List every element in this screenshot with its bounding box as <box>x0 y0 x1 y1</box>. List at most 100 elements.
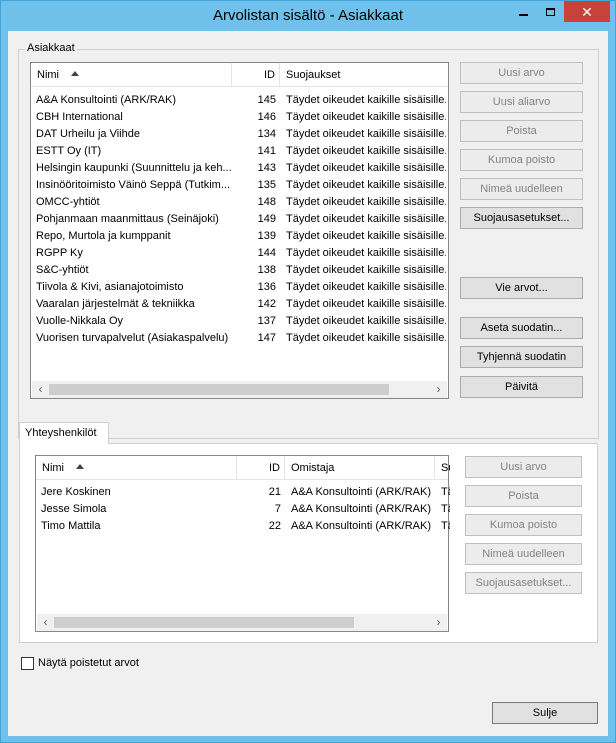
customers-horizontal-scrollbar[interactable]: ‹ › <box>32 381 447 398</box>
contact-column-header-owner-label: Omistaja <box>291 462 335 474</box>
customer-protection-cell: Täydet oikeudet kaikille sisäisille... <box>286 298 446 310</box>
customer-row[interactable]: RGPP Ky 144 Täydet oikeudet kaikille sisäi… <box>31 245 448 262</box>
customer-row[interactable]: Vuorisen turvapalvelut (Asiakaspalvelu) 1… <box>31 330 448 347</box>
customer-name: CBH International <box>36 111 123 123</box>
contact-delete-button[interactable]: Poista <box>465 485 582 507</box>
dialog-window: Arvolistan sisältö - Asiakkaat ✕ Asiakka… <box>0 0 616 743</box>
customer-id-cell: 147 <box>257 332 276 344</box>
customer-id-cell: 148 <box>257 196 276 208</box>
contact-row[interactable]: Jere Koskinen 21 A&A Konsultointi (ARK/RAK… <box>36 484 450 501</box>
customer-name-cell: OMCC-yhtiöt <box>31 194 232 211</box>
contact-id-cell: 21 <box>268 486 281 498</box>
clear-filter-button[interactable]: Tyhjennä suodatin <box>460 346 583 368</box>
contact-column-header-id[interactable]: ID <box>237 456 285 480</box>
column-header-name[interactable]: Nimi <box>31 63 232 87</box>
contacts-horizontal-scrollbar[interactable]: ‹ › <box>37 614 447 631</box>
scroll-left-icon[interactable]: ‹ <box>32 381 49 398</box>
customers-list[interactable]: Nimi ID Suojaukset A&A Konsultointi (ARK… <box>30 62 449 399</box>
close-icon: ✕ <box>581 3 593 20</box>
customer-row[interactable]: Helsingin kaupunki (Suunnittelu ja keh..… <box>31 160 448 177</box>
rename-button[interactable]: Nimeä uudelleen <box>460 178 583 200</box>
contact-new-value-button[interactable]: Uusi arvo <box>465 456 582 478</box>
contact-row[interactable]: Jesse Simola 7 A&A Konsultointi (ARK/RAK) T… <box>36 501 450 518</box>
contact-protection-settings-button[interactable]: Suojausasetukset... <box>465 572 582 594</box>
customer-id-cell: 137 <box>257 315 276 327</box>
show-deleted-checkbox[interactable] <box>21 656 34 670</box>
customer-name-cell: CBH International <box>31 109 232 126</box>
scroll-right-icon[interactable]: › <box>430 381 447 398</box>
contact-id-cell: 7 <box>274 503 281 515</box>
scrollbar-thumb[interactable] <box>54 617 354 628</box>
customer-row[interactable]: Repo, Murtola ja kumppanit 139 Täydet oike… <box>31 228 448 245</box>
customer-row[interactable]: ESTT Oy (IT) 141 Täydet oikeudet kaikille … <box>31 143 448 160</box>
close-button[interactable]: Sulje <box>492 702 598 724</box>
scrollbar-thumb[interactable] <box>49 384 389 395</box>
customer-row[interactable]: Vaaralan järjestelmät & tekniikka 142 Täyd… <box>31 296 448 313</box>
delete-button[interactable]: Poista <box>460 120 583 142</box>
column-header-id-label: ID <box>264 69 275 81</box>
customer-protection-cell: Täydet oikeudet kaikille sisäisille... <box>286 264 446 276</box>
customer-name: Tiivola & Kivi, asianajotoimisto <box>36 281 184 293</box>
customer-name: OMCC-yhtiöt <box>36 196 100 208</box>
minimize-button[interactable] <box>510 1 537 22</box>
customer-protection-cell: Täydet oikeudet kaikille sisäisille... <box>286 111 446 123</box>
contact-column-header-name-label: Nimi <box>42 462 64 474</box>
contact-name-cell: Jere Koskinen <box>41 486 111 498</box>
maximize-icon <box>546 7 555 16</box>
column-header-id[interactable]: ID <box>232 63 280 87</box>
customer-row[interactable]: Tiivola & Kivi, asianajotoimisto 136 Täyde… <box>31 279 448 296</box>
customer-name-cell: Tiivola & Kivi, asianajotoimisto <box>31 279 232 296</box>
contact-name-cell: Timo Mattila <box>41 520 101 532</box>
customer-row[interactable]: DAT Urheilu ja Viihde 134 Täydet oikeudet … <box>31 126 448 143</box>
customer-protection-cell: Täydet oikeudet kaikille sisäisille... <box>286 162 446 174</box>
contact-column-header-name[interactable]: Nimi <box>36 456 237 480</box>
tab-contacts[interactable]: Yhteyshenkilöt <box>19 422 109 444</box>
customer-protection-cell: Täydet oikeudet kaikille sisäisille... <box>286 281 446 293</box>
customer-id-cell: 142 <box>257 298 276 310</box>
customer-id-cell: 136 <box>257 281 276 293</box>
customer-name: Pohjanmaan maanmittaus (Seinäjoki) <box>36 213 219 225</box>
maximize-button[interactable] <box>537 1 564 22</box>
customer-name-cell: A&A Konsultointi (ARK/RAK) <box>31 92 232 109</box>
customer-name: Vaaralan järjestelmät & tekniikka <box>36 298 195 310</box>
customer-row[interactable]: OMCC-yhtiöt 148 Täydet oikeudet kaikille s… <box>31 194 448 211</box>
close-window-button[interactable]: ✕ <box>564 1 610 22</box>
customer-row[interactable]: S&C-yhtiöt 138 Täydet oikeudet kaikille si… <box>31 262 448 279</box>
scroll-left-icon[interactable]: ‹ <box>37 614 54 631</box>
column-header-protection-label: Suojaukset <box>286 69 341 81</box>
customers-group-label: Asiakkaat <box>25 42 77 54</box>
customer-row[interactable]: A&A Konsultointi (ARK/RAK) 145 Täydet oike… <box>31 92 448 109</box>
dialog-client: Asiakkaat Nimi ID Suojaukset A&A Konsult… <box>8 31 608 736</box>
scroll-right-icon[interactable]: › <box>430 614 447 631</box>
contact-column-header-owner[interactable]: Omistaja <box>285 456 435 480</box>
customer-id-cell: 146 <box>257 111 276 123</box>
title-bar[interactable]: Arvolistan sisältö - Asiakkaat ✕ <box>1 1 615 31</box>
new-value-button[interactable]: Uusi arvo <box>460 62 583 84</box>
customer-name: DAT Urheilu ja Viihde <box>36 128 140 140</box>
undo-delete-button[interactable]: Kumoa poisto <box>460 149 583 171</box>
export-values-button[interactable]: Vie arvot... <box>460 277 583 299</box>
protection-settings-button[interactable]: Suojausasetukset... <box>460 207 583 229</box>
customer-name: Vuolle-Nikkala Oy <box>36 315 124 327</box>
customer-row[interactable]: Vuolle-Nikkala Oy 137 Täydet oikeudet kaik… <box>31 313 448 330</box>
customer-row[interactable]: Insinööritoimisto Väinö Seppä (Tutkim...… <box>31 177 448 194</box>
sort-ascending-icon <box>76 463 84 469</box>
customer-name: ESTT Oy (IT) <box>36 145 102 157</box>
customer-row[interactable]: CBH International 146 Täydet oikeudet kaik… <box>31 109 448 126</box>
show-deleted-checkbox-row[interactable]: Näytä poistetut arvot <box>21 655 139 671</box>
column-header-name-label: Nimi <box>37 69 59 81</box>
contact-row[interactable]: Timo Mattila 22 A&A Konsultointi (ARK/RAK)… <box>36 518 450 535</box>
customer-name-cell: S&C-yhtiöt <box>31 262 232 279</box>
customer-row[interactable]: Pohjanmaan maanmittaus (Seinäjoki) 149 Täy… <box>31 211 448 228</box>
column-header-protection[interactable]: Suojaukset <box>280 63 450 87</box>
customer-protection-cell: Täydet oikeudet kaikille sisäisille... <box>286 230 446 242</box>
contact-column-header-protection[interactable]: Su <box>435 456 450 480</box>
refresh-button[interactable]: Päivitä <box>460 376 583 398</box>
contact-rename-button[interactable]: Nimeä uudelleen <box>465 543 582 565</box>
contact-undo-delete-button[interactable]: Kumoa poisto <box>465 514 582 536</box>
customer-protection-cell: Täydet oikeudet kaikille sisäisille... <box>286 247 446 259</box>
customer-protection-cell: Täydet oikeudet kaikille sisäisille... <box>286 332 446 344</box>
set-filter-button[interactable]: Aseta suodatin... <box>460 317 583 339</box>
new-subvalue-button[interactable]: Uusi aliarvo <box>460 91 583 113</box>
contacts-list[interactable]: Nimi ID Omistaja Su Jere Koskinen 21 A&A K… <box>35 455 450 632</box>
